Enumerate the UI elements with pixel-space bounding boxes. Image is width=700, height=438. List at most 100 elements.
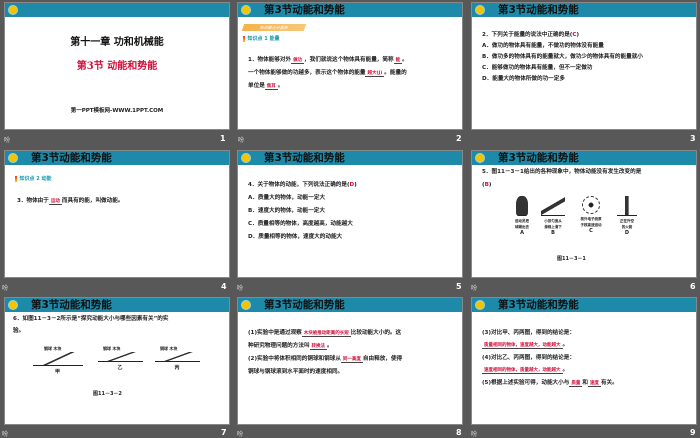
text-segment: B — [484, 182, 489, 188]
text-segment: 单位是 — [248, 83, 265, 89]
figure-d: 正在升空 的火箭 D — [612, 196, 642, 236]
text-segment: 做功 — [291, 58, 305, 64]
text-segment: 甲 — [54, 369, 60, 375]
option: A．质量大的物体，动能一定大 — [248, 195, 326, 201]
animation-icon[interactable]: 吩 — [237, 283, 243, 292]
text-segment: B — [551, 230, 555, 236]
option: C．质量相等的物体，高度越高，动能越大 — [248, 221, 353, 227]
question: 5．图11－3－1给出的各种现象中，物体动能没有发生改变的是 — [482, 169, 642, 175]
text-line: 铜球与钢球滚到水平面时的速度相同。 — [248, 369, 344, 375]
slide-thumbnail-7[interactable]: 第3节动能和势能 6．如图11－3－2所示是“探究动能大小与哪些因素有关”的实 … — [4, 297, 230, 425]
animation-icon[interactable]: 吩 — [2, 283, 8, 292]
text-segment: 丙 — [174, 365, 180, 371]
text-segment: 质量相同的物体，速度越大，动能越大 — [482, 343, 563, 349]
text-segment: 速度相同的物体，质量越大，动能越大 — [482, 368, 563, 374]
text-segment: 。 — [277, 83, 284, 89]
slide-number: 6 — [690, 282, 696, 291]
slide-thumbnail-8[interactable]: 第3节动能和势能 (1)实验中是通过观察 木块被推动距离的长短 比较动能大小的。这 … — [237, 297, 463, 425]
slide-title: 第3节动能和势能 — [264, 299, 345, 311]
text-line: (3)对比甲、丙两图，得到的结论是： — [482, 330, 575, 336]
sun-logo-icon — [475, 153, 485, 163]
text-segment: 质量 — [569, 381, 583, 387]
text-segment: 越大(J) — [365, 71, 385, 77]
text-line: (1)实验中是通过观察 木块被推动距离的长短 比较动能大小的。这 — [248, 328, 401, 339]
text-segment: 自由释放，使得 — [362, 356, 403, 362]
slide-thumbnail-2[interactable]: 第3节动能和势能 知识要点分类练 知识点 1 能量 1．物体能够对外 做功 ，我们就… — [237, 2, 463, 130]
animation-icon[interactable]: 吩 — [471, 429, 477, 438]
animation-icon[interactable]: 吩 — [237, 429, 243, 438]
sun-logo-icon — [8, 153, 18, 163]
ramp-image — [154, 352, 200, 362]
animation-icon[interactable]: 吩 — [471, 283, 477, 292]
text-segment: 3．物体由于 — [17, 198, 49, 204]
section-title: 第3节 动能和势能 — [76, 61, 158, 72]
text-line: 单位是 焦耳。 — [248, 81, 283, 92]
slide-header-bar: 第3节动能和势能 — [5, 298, 229, 312]
slide-thumbnail-3[interactable]: 第3节动能和势能 2．下列关于能量的说法中正确的是(C) A．做功的物体具有能量… — [471, 2, 697, 130]
text-segment: ) — [354, 182, 357, 188]
figure-a: 运动员把 球踢出去 A — [507, 196, 537, 236]
text-segment: 能 — [393, 58, 403, 64]
banner: 知识要点分类练 — [241, 24, 307, 31]
text-segment: A — [520, 230, 524, 236]
soccer-player-image — [516, 196, 528, 216]
figure-caption: 图11－3－1 — [557, 256, 586, 262]
text-segment: (5)根据上述实验可得，动能大小与 — [482, 380, 570, 386]
text-segment: 小孩匀速从 滑梯上滑下 — [544, 219, 562, 229]
text-segment: 木块被推动距离的长短 — [301, 331, 351, 337]
sun-logo-icon — [241, 5, 251, 15]
animation-icon[interactable]: 吩 — [4, 135, 10, 144]
slide-thumbnail-6[interactable]: 第3节动能和势能 5．图11－3－1给出的各种现象中，物体动能没有发生改变的是 … — [471, 150, 697, 278]
slide-image — [541, 196, 565, 216]
slide-title: 第3节动能和势能 — [498, 4, 579, 16]
text-segment: 铜球 — [160, 346, 168, 351]
option: B．做功多的物体具有的能量就大，做功少的物体具有的能量就小 — [482, 54, 643, 60]
option: B．速度大的物体，动能一定大 — [248, 208, 325, 214]
text-line: (4)对比乙、丙两图，得到的结论是： — [482, 355, 575, 361]
sun-logo-icon — [475, 300, 485, 310]
experiment-figure-bing: 铜球 木块丙 — [152, 346, 202, 371]
slide-thumbnail-4[interactable]: 第3节动能和势能 知识点 2 动能 3．物体由于 运动 而具有的能，叫做动能。 — [4, 150, 230, 278]
slide-thumbnail-5[interactable]: 第3节动能和势能 4．关于物体的动能，下列说法正确的是(D) A．质量大的物体，… — [237, 150, 463, 278]
text-segment: 乙 — [117, 365, 123, 371]
text-segment: ，我们就说这个物体具有能量，简称 — [304, 57, 394, 63]
text-segment: 钢球 — [44, 346, 52, 351]
text-segment: (2)实验中将体积相同的铜球和钢球从 — [248, 356, 341, 362]
text-segment: 比较动能大小的。这 — [350, 330, 402, 336]
text-segment: 钢球 — [103, 346, 111, 351]
text-segment: (1)实验中是通过观察 — [248, 330, 302, 336]
slide-thumbnail-1[interactable]: 第十一章 功和机械能 第3节 动能和势能 第一PPT模板网-WWW.1PPT.C… — [4, 2, 230, 130]
animation-icon[interactable]: 吩 — [2, 429, 8, 438]
slide-header-bar: 第3节动能和势能 — [472, 3, 696, 17]
text-segment: 运动员把 球踢出去 — [515, 219, 529, 229]
answer: (B) — [482, 182, 492, 188]
experiment-figure-jia: 钢球 木块甲 — [30, 346, 85, 375]
ramp-image — [32, 352, 83, 366]
text-line: 质量相同的物体，速度越大，动能越大。 — [482, 342, 569, 349]
text-segment: 木块 — [169, 346, 178, 351]
option: C．能够做功的物体具有能量，但不一定做功 — [482, 65, 593, 71]
question-line: 验。 — [13, 328, 25, 334]
text-segment: 运动 — [48, 199, 62, 205]
site-text: 第一PPT模板网-WWW.1PPT.COM — [70, 108, 164, 114]
slide-title: 第3节动能和势能 — [264, 4, 345, 16]
animation-icon[interactable]: 吩 — [238, 135, 244, 144]
text-segment: 木块 — [53, 346, 62, 351]
slide-number: 1 — [220, 134, 226, 143]
text-segment: 速度 — [587, 381, 601, 387]
knowledge-point: 知识点 1 能量 — [243, 35, 280, 42]
slide-number: 7 — [221, 428, 227, 437]
text-segment: 同一高度 — [340, 357, 363, 363]
sun-logo-icon — [241, 153, 251, 163]
slide-thumbnail-9[interactable]: 第3节动能和势能 (3)对比甲、丙两图，得到的结论是： 质量相同的物体，速度越大… — [471, 297, 697, 425]
text-line: (5)根据上述实验可得，动能大小与 质量和速度 有关。 — [482, 378, 618, 389]
slide-number: 8 — [456, 428, 462, 437]
slide-title: 第3节动能和势能 — [498, 152, 579, 164]
text-segment: 焦耳 — [264, 84, 278, 90]
text-segment: 木块 — [112, 346, 121, 351]
slide-header-bar: 第3节动能和势能 — [238, 3, 462, 17]
slide-title: 第3节动能和势能 — [31, 299, 112, 311]
rocket-image — [617, 196, 637, 216]
text-line: 一个物体能够做的功越多，表示这个物体的能量 越大(J) 。能量的 — [248, 68, 407, 79]
text-segment: 而具有的能，叫做动能。 — [61, 198, 124, 204]
